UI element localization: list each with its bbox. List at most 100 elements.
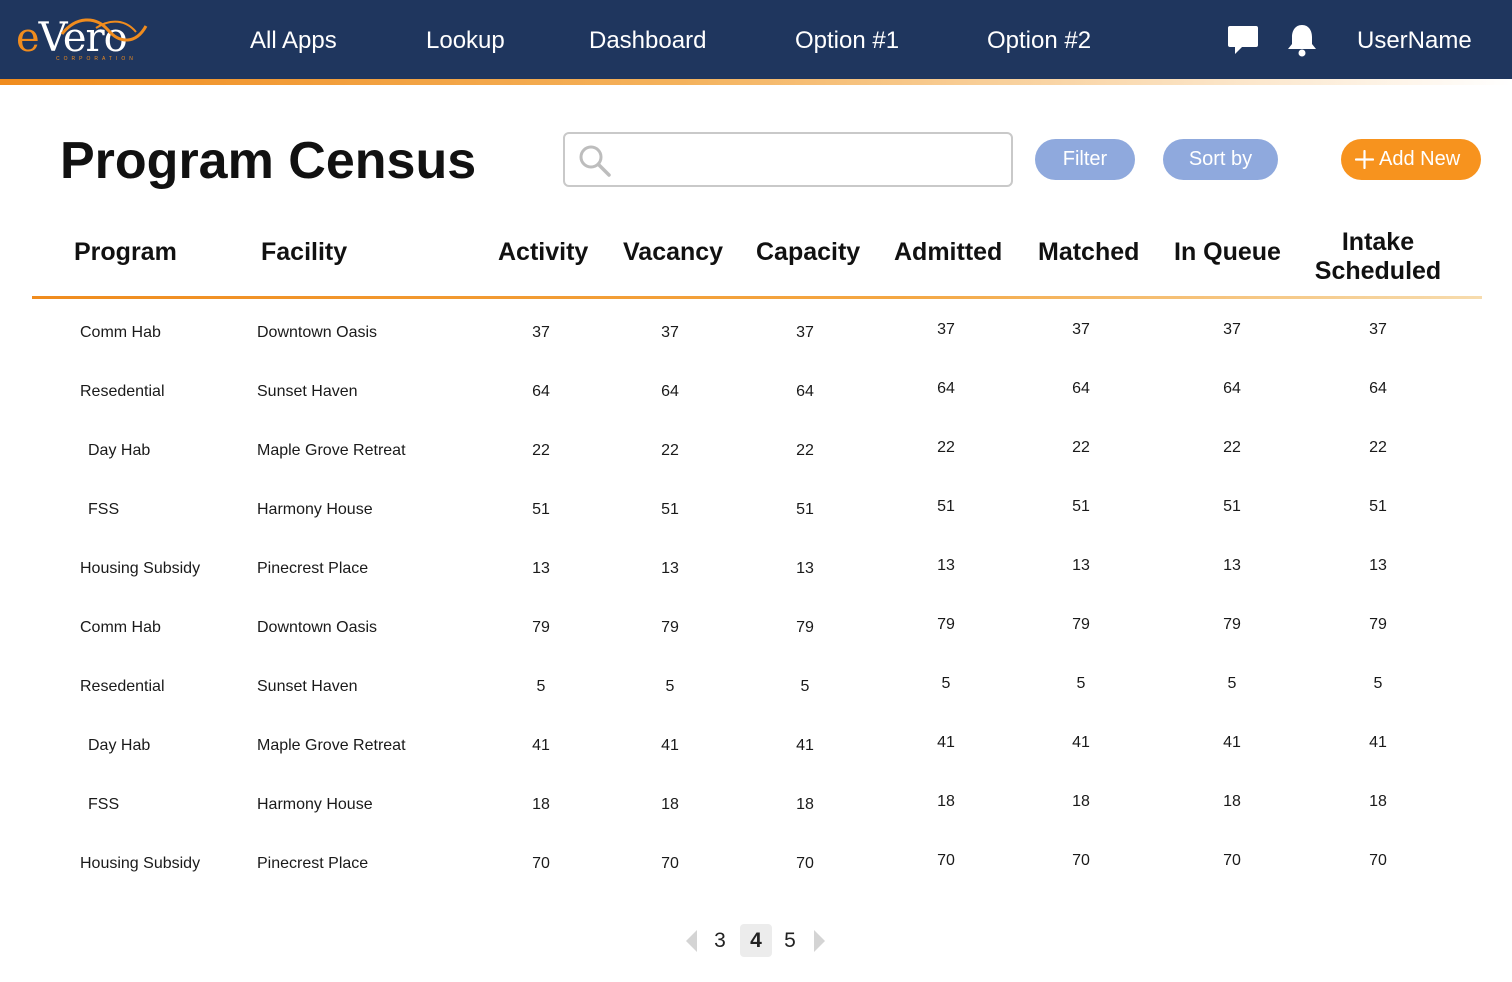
cell-matched: 41 [1072, 734, 1090, 751]
cell-admitted: 51 [937, 498, 955, 515]
cell-admitted: 64 [937, 380, 955, 397]
evero-logo[interactable]: eVero CORPORATION [16, 14, 148, 66]
cell-vacancy: 79 [661, 619, 679, 636]
nav-dashboard[interactable]: Dashboard [589, 24, 706, 58]
column-header-activity[interactable]: Activity [498, 238, 588, 267]
cell-intake-scheduled: 79 [1369, 616, 1387, 633]
cell-capacity: 5 [800, 678, 810, 695]
username-menu[interactable]: UserName [1357, 24, 1472, 58]
cell-in-queue: 79 [1223, 616, 1241, 633]
search-icon [579, 145, 611, 177]
prev-page-icon[interactable] [683, 928, 699, 954]
nav-lookup[interactable]: Lookup [426, 24, 505, 58]
cell-capacity: 18 [796, 796, 814, 813]
chat-icon[interactable] [1226, 23, 1260, 57]
column-header-vacancy[interactable]: Vacancy [623, 238, 723, 267]
cell-in-queue: 70 [1223, 852, 1241, 869]
nav-option-2[interactable]: Option #2 [987, 24, 1091, 58]
cell-admitted: 79 [937, 616, 955, 633]
cell-facility: Maple Grove Retreat [257, 737, 406, 754]
logo-subtext: CORPORATION [56, 56, 137, 62]
cell-program: Comm Hab [80, 619, 161, 636]
cell-intake-scheduled: 70 [1369, 852, 1387, 869]
cell-matched: 79 [1072, 616, 1090, 633]
column-header-matched[interactable]: Matched [1038, 238, 1139, 267]
cell-vacancy: 13 [661, 560, 679, 577]
cell-intake-scheduled: 5 [1373, 675, 1383, 692]
cell-capacity: 51 [796, 501, 814, 518]
cell-in-queue: 64 [1223, 380, 1241, 397]
cell-in-queue: 37 [1223, 321, 1241, 338]
column-header-admitted[interactable]: Admitted [894, 238, 1002, 267]
intake-header-line2: Scheduled [1314, 257, 1442, 285]
cell-matched: 18 [1072, 793, 1090, 810]
cell-capacity: 13 [796, 560, 814, 577]
cell-program: Day Hab [88, 737, 151, 754]
cell-activity: 51 [532, 501, 550, 518]
cell-matched: 37 [1072, 321, 1090, 338]
cell-matched: 22 [1072, 439, 1090, 456]
header-divider [32, 296, 1482, 299]
cell-capacity: 22 [796, 442, 814, 459]
cell-admitted: 18 [937, 793, 955, 810]
cell-activity: 22 [532, 442, 550, 459]
cell-program: Day Hab [88, 442, 151, 459]
nav-option-1[interactable]: Option #1 [795, 24, 899, 58]
cell-admitted: 41 [937, 734, 955, 751]
column-header-capacity[interactable]: Capacity [756, 238, 860, 267]
cell-facility: Downtown Oasis [257, 324, 378, 341]
cell-admitted: 37 [937, 321, 955, 338]
logo-swoosh-icon [60, 18, 148, 42]
cell-vacancy: 37 [661, 324, 679, 341]
cell-program: Comm Hab [80, 324, 161, 341]
cell-matched: 5 [1076, 675, 1086, 692]
cell-intake-scheduled: 41 [1369, 734, 1387, 751]
topbar-accent-stripe [0, 79, 1512, 85]
cell-admitted: 13 [937, 557, 955, 574]
cell-facility: Sunset Haven [257, 383, 358, 400]
sort-by-button[interactable]: Sort by [1163, 139, 1278, 180]
cell-facility: Harmony House [257, 501, 373, 518]
nav-all-apps[interactable]: All Apps [250, 24, 337, 58]
plus-icon [1355, 150, 1374, 169]
cell-in-queue: 51 [1223, 498, 1241, 515]
cell-vacancy: 70 [661, 855, 679, 872]
column-header-in-queue[interactable]: In Queue [1174, 238, 1281, 267]
cell-program: Housing Subsidy [80, 855, 201, 872]
cell-intake-scheduled: 22 [1369, 439, 1387, 456]
cell-capacity: 64 [796, 383, 814, 400]
cell-intake-scheduled: 37 [1369, 321, 1387, 338]
cell-in-queue: 22 [1223, 439, 1241, 456]
cell-capacity: 37 [796, 324, 814, 341]
column-header-intake-scheduled[interactable]: Intake Scheduled [1310, 228, 1446, 286]
cell-intake-scheduled: 64 [1369, 380, 1387, 397]
cell-capacity: 79 [796, 619, 814, 636]
cell-facility: Downtown Oasis [257, 619, 378, 636]
cell-facility: Maple Grove Retreat [257, 442, 406, 459]
filter-button[interactable]: Filter [1035, 139, 1135, 180]
search-input[interactable] [619, 140, 999, 180]
cell-capacity: 41 [796, 737, 814, 754]
next-page-icon[interactable] [812, 928, 828, 954]
cell-matched: 51 [1072, 498, 1090, 515]
cell-in-queue: 18 [1223, 793, 1241, 810]
cell-admitted: 22 [937, 439, 955, 456]
page-5[interactable]: 5 [774, 924, 806, 957]
cell-program: Resedential [80, 383, 165, 400]
page-4-current[interactable]: 4 [740, 924, 772, 957]
search-box[interactable] [563, 132, 1013, 187]
column-header-program[interactable]: Program [74, 238, 177, 267]
add-new-button[interactable]: Add New [1341, 139, 1481, 180]
cell-program: FSS [88, 796, 120, 813]
cell-in-queue: 13 [1223, 557, 1241, 574]
cell-in-queue: 5 [1227, 675, 1237, 692]
cell-program: FSS [88, 501, 120, 518]
cell-activity: 13 [532, 560, 550, 577]
page-3[interactable]: 3 [704, 924, 736, 957]
cell-facility: Pinecrest Place [257, 855, 369, 872]
bell-icon[interactable] [1285, 22, 1319, 58]
column-header-facility[interactable]: Facility [261, 238, 347, 267]
cell-activity: 64 [532, 383, 550, 400]
top-navigation-bar: eVero CORPORATION All Apps Lookup Dashbo… [0, 0, 1512, 79]
cell-activity: 5 [536, 678, 546, 695]
